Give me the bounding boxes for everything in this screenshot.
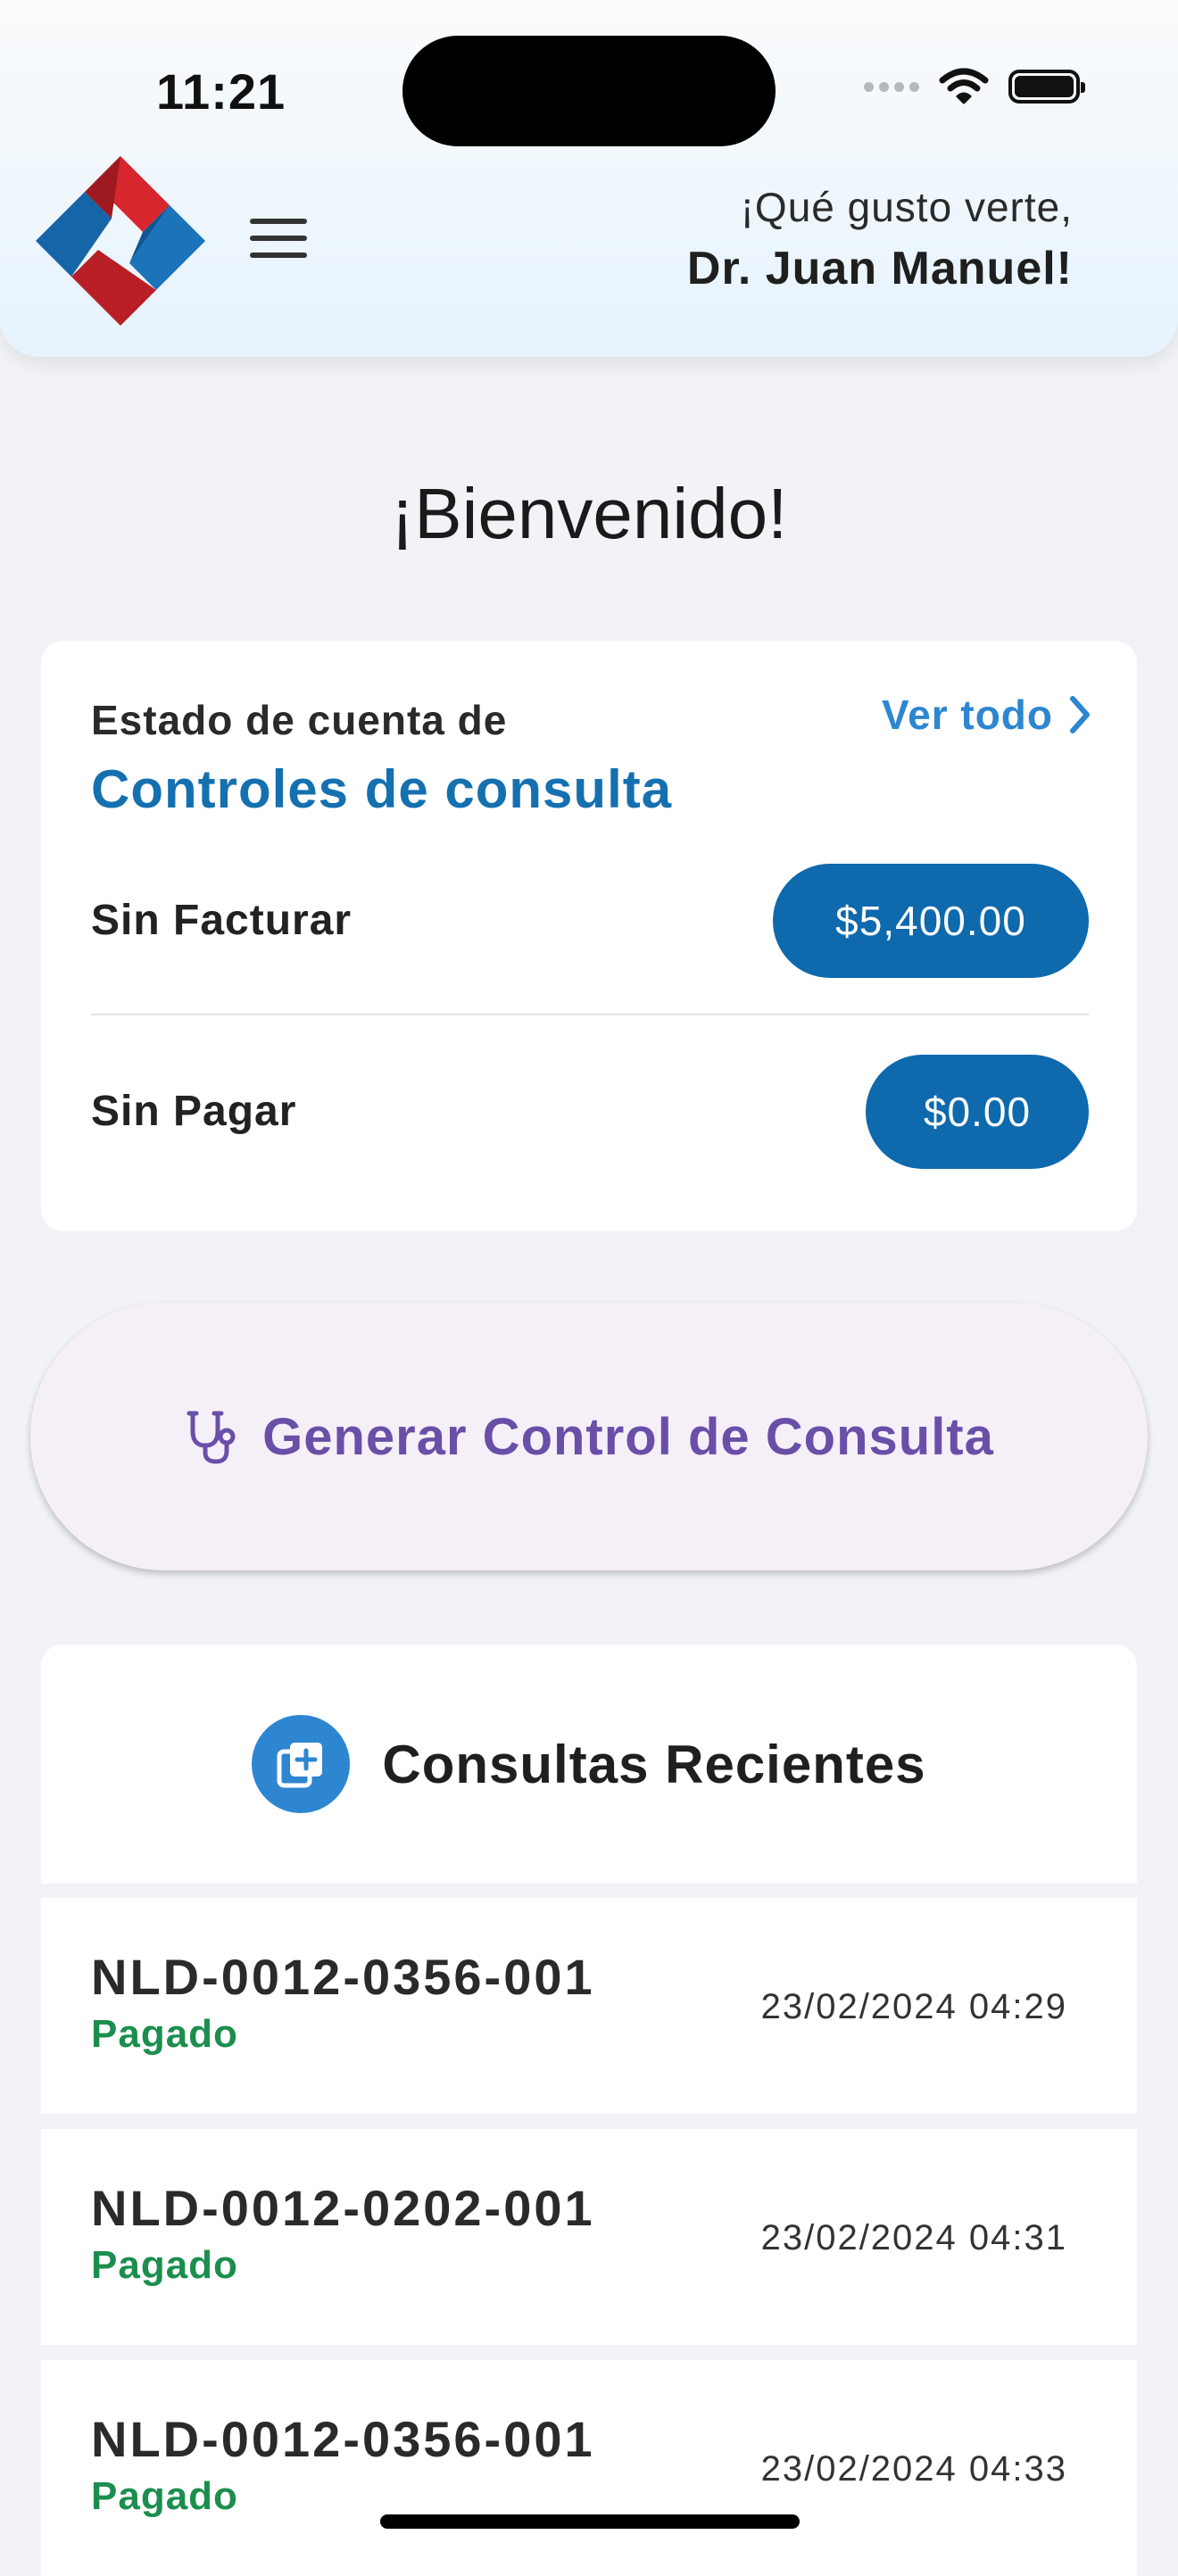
hamburger-menu-icon[interactable] (250, 219, 307, 263)
account-label: Estado de cuenta de (91, 697, 508, 743)
account-heading: Controles de consulta (91, 759, 673, 819)
consultation-code: NLD-0012-0356-001 (91, 2411, 595, 2467)
account-status-card: Estado de cuenta de Controles de consult… (41, 641, 1137, 1231)
divider (91, 1014, 1089, 1015)
consultation-status: Pagado (91, 2243, 238, 2287)
recent-consultations-title: Consultas Recientes (382, 1734, 926, 1794)
stethoscope-icon (187, 1411, 236, 1464)
brand-logo (36, 156, 205, 326)
generate-consultation-label: Generar Control de Consulta (262, 1407, 994, 1466)
consultation-date: 23/02/2024 04:33 (760, 2449, 1067, 2489)
app-header: 11:21 ¡Qué gusto verte, Dr. Juan Manuel! (0, 0, 1178, 357)
status-time: 11:21 (156, 63, 286, 120)
consultation-status: Pagado (91, 2012, 238, 2056)
consultation-list-item[interactable]: NLD-0012-0202-001 Pagado 23/02/2024 04:3… (41, 2129, 1137, 2345)
see-all-link[interactable]: Ver todo (882, 691, 1091, 739)
consultation-status: Pagado (91, 2474, 238, 2518)
consultation-date: 23/02/2024 04:29 (760, 1987, 1067, 2026)
status-icons (864, 68, 1085, 105)
user-name: Dr. Juan Manuel! (686, 243, 1073, 294)
consultation-date: 23/02/2024 04:31 (760, 2218, 1067, 2257)
unbilled-label: Sin Facturar (91, 897, 353, 944)
dynamic-island (402, 36, 776, 146)
user-greeting: ¡Qué gusto verte, Dr. Juan Manuel! (687, 183, 1073, 295)
recent-consultations-header: Consultas Recientes (41, 1644, 1137, 1884)
unbilled-amount-badge[interactable]: $5,400.00 (773, 864, 1089, 978)
unpaid-amount-badge[interactable]: $0.00 (866, 1055, 1089, 1169)
medical-file-plus-icon (252, 1715, 351, 1813)
welcome-title: ¡Bienvenido! (390, 474, 788, 553)
consultation-code: NLD-0012-0202-001 (91, 2180, 595, 2236)
unpaid-label: Sin Pagar (91, 1088, 297, 1135)
battery-icon (1008, 70, 1085, 104)
cellular-signal-icon (864, 81, 919, 92)
see-all-label: Ver todo (881, 692, 1053, 738)
consultation-list-item[interactable]: NLD-0012-0356-001 Pagado 23/02/2024 04:3… (41, 2360, 1137, 2576)
generate-consultation-button[interactable]: Generar Control de Consulta (30, 1303, 1148, 1570)
chevron-right-icon (1070, 696, 1090, 733)
consultation-code: NLD-0012-0356-001 (91, 1949, 595, 2005)
consultation-list-item[interactable]: NLD-0012-0356-001 Pagado 23/02/2024 04:2… (41, 1898, 1137, 2114)
greeting-text: ¡Qué gusto verte, (740, 184, 1073, 230)
home-indicator[interactable] (380, 2514, 800, 2529)
wifi-icon (939, 68, 989, 104)
